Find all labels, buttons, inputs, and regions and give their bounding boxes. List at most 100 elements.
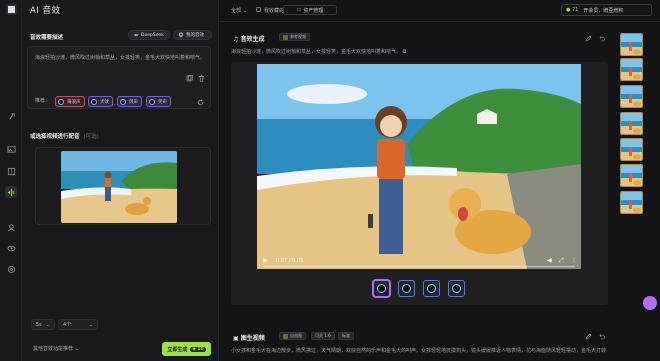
tag-icon <box>149 98 155 105</box>
more-features-link[interactable]: 其他音效功能推荐 ⌄ <box>33 345 79 352</box>
tag-dog-bark[interactable]: 犬吠 <box>88 96 113 107</box>
filter-all-label: 全部 <box>231 8 242 14</box>
credits-value: 71 <box>571 7 579 13</box>
video-icon: ▣ <box>233 335 241 342</box>
credits-count: ● 71 <box>566 7 579 13</box>
generate-button[interactable]: 立即生成 ◆ 10 <box>162 342 211 356</box>
eye-icon[interactable] <box>5 242 17 254</box>
duration-value: 5s <box>36 321 42 328</box>
copy-icon[interactable]: ⧉ <box>403 49 407 55</box>
thumbnail-icon <box>283 34 288 40</box>
history-image <box>621 34 642 55</box>
edit-icon[interactable] <box>585 35 592 42</box>
mode-tag: 标准 <box>338 332 354 340</box>
video-frame[interactable] <box>257 64 581 269</box>
soundwave-icon[interactable] <box>5 186 17 198</box>
variant-thumbnail-4[interactable] <box>448 280 465 297</box>
fullscreen-icon[interactable]: ⤢ <box>559 257 564 265</box>
history-image <box>621 113 642 134</box>
settings-icon[interactable] <box>5 263 17 275</box>
deepseek-chip[interactable]: DeepSeek <box>128 30 170 40</box>
disc-icon <box>427 284 436 293</box>
reference-video-panel[interactable] <box>35 147 211 225</box>
tag-wind[interactable]: 风声 <box>117 96 142 107</box>
disc-icon <box>452 284 461 293</box>
video-section-label: 或选择视频进行配音 <box>30 134 80 140</box>
refresh-icon[interactable] <box>197 99 204 106</box>
duration-select[interactable]: 5s ⌄ <box>31 319 55 330</box>
favorites-label[interactable]: 我收藏的 <box>264 7 284 14</box>
history-image <box>621 165 642 186</box>
play-icon[interactable]: ▶ <box>263 257 268 264</box>
grid-icon[interactable] <box>5 165 17 177</box>
video-section-title: 或选择视频进行配音 (可选) <box>30 132 99 140</box>
history-thumbnail[interactable] <box>620 164 643 187</box>
variant-thumbnail-2[interactable] <box>398 280 415 297</box>
model-tag: 可灵 1.6 <box>311 332 335 340</box>
tag-label: 风声 <box>129 99 138 105</box>
model-tag-label: 可灵 1.6 <box>315 333 331 338</box>
nav-rail <box>0 0 22 361</box>
favorites-checkbox[interactable] <box>256 7 261 12</box>
tag-ocean-waves[interactable]: 海浪声 <box>55 96 85 107</box>
membership-link[interactable]: 开会员，赠豆增积 <box>583 7 623 14</box>
volume-icon[interactable]: ◀ <box>547 257 552 264</box>
mode-tag-label: 标准 <box>342 333 350 338</box>
more-icon[interactable]: ⋮ <box>571 257 577 264</box>
variant-thumbnail-1[interactable] <box>373 280 390 297</box>
video-section-hint: (可选) <box>83 134 99 140</box>
edit-icon[interactable] <box>585 333 592 340</box>
trash-icon[interactable] <box>198 75 205 82</box>
tag-icon <box>120 98 126 105</box>
history-thumbnail[interactable] <box>620 191 643 214</box>
card1-title: ♫ 音效生成 <box>233 34 264 43</box>
progress-track[interactable] <box>263 266 575 267</box>
sparkle-icon[interactable] <box>5 110 17 122</box>
user-icon[interactable] <box>5 221 17 233</box>
pin-icon <box>178 32 184 38</box>
assistant-fab[interactable] <box>643 296 657 310</box>
chevron-down-icon: ⌄ <box>74 346 79 352</box>
thumbnail-icon <box>283 333 288 339</box>
my-library-chip[interactable]: 我的音效 <box>173 30 212 40</box>
card2-title: ▣ 图生视频 <box>233 333 265 342</box>
chevron-down-icon: ⌄ <box>45 321 50 328</box>
tag-label: 犬吠 <box>100 99 109 105</box>
card1-badge: 参考视频 <box>279 33 310 41</box>
history-thumbnail[interactable] <box>620 58 643 81</box>
video-player[interactable]: ▶ 0:07 / 0:05 ◀ ⤢ ⋮ <box>231 62 608 305</box>
variant-thumbnails <box>373 280 465 297</box>
asset-manage-label: 资产管理 <box>303 7 324 14</box>
variant-thumbnail-3[interactable] <box>423 280 440 297</box>
reference-video-thumbnail[interactable] <box>61 151 177 223</box>
undo-icon[interactable] <box>598 35 605 42</box>
my-library-chip-label: 我的音效 <box>186 33 204 38</box>
generate-cost-value: 10 <box>197 346 204 352</box>
logo-icon[interactable] <box>6 4 17 15</box>
history-thumbnail[interactable] <box>620 33 643 56</box>
copy-icon[interactable] <box>186 75 193 82</box>
prompt-text[interactable]: 海浪轻拍沙滩，微风吹过树梢和草丛，女孩轻笑，金毛犬欢快地叫着和喘气。 <box>35 55 205 62</box>
disc-icon <box>402 284 411 293</box>
tag-label: 海浪声 <box>67 99 81 105</box>
card2-description: 小女孩和金毛犬在海边散步，微风拂过，天气晴朗，欢快自然的乐声和金毛犬的叫声。女孩… <box>231 348 607 354</box>
beach-scene-image <box>61 151 177 223</box>
generate-label: 立即生成 <box>167 346 188 353</box>
image-icon[interactable] <box>5 143 17 155</box>
count-select[interactable]: 4个 ⌄ <box>58 319 98 330</box>
card1-description-text: 海浪轻拍沙滩，微风吹过树梢和草丛，女孩轻笑，金毛犬欢快地叫着和喘气。 <box>231 49 402 55</box>
undo-icon[interactable] <box>598 333 605 340</box>
tag-laughter[interactable]: 笑声 <box>146 96 171 107</box>
tag-label: 笑声 <box>158 99 167 105</box>
history-thumbnail[interactable] <box>620 138 643 161</box>
generate-cost: ◆ 10 <box>190 346 206 352</box>
chevron-down-icon: ⌄ <box>242 8 247 14</box>
card2-badge-label: 自创图 <box>290 333 302 338</box>
credits-bar[interactable]: ● 71 开会员，赠豆增积 <box>561 4 652 16</box>
card2-title-label: 图生视频 <box>240 335 265 342</box>
history-image <box>621 86 642 107</box>
history-thumbnail[interactable] <box>620 112 643 135</box>
asset-manage-button[interactable]: ▭ 资产管理 <box>283 5 337 15</box>
history-thumbnail[interactable] <box>620 85 643 108</box>
filter-all-dropdown[interactable]: 全部 ⌄ <box>231 7 247 14</box>
